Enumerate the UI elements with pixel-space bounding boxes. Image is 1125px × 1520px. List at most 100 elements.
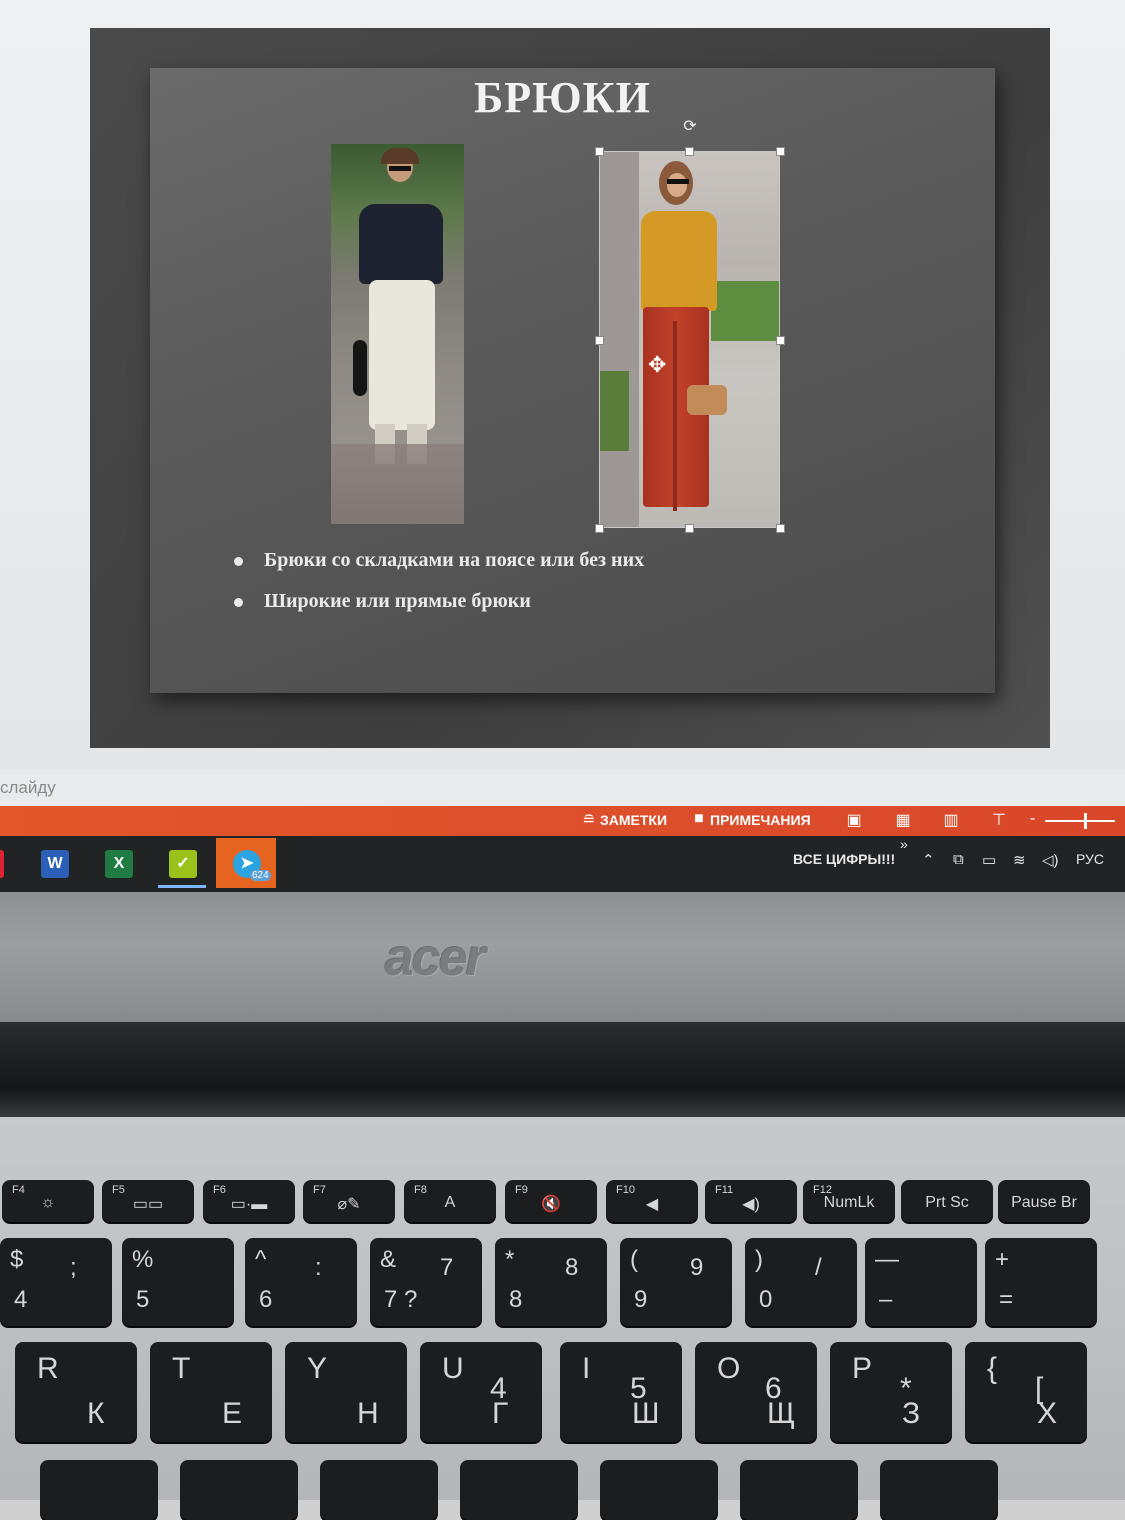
app-partial-icon xyxy=(0,850,4,878)
reading-view-icon[interactable]: ▥ xyxy=(940,810,962,830)
key-label: A xyxy=(444,1194,456,1211)
number-key[interactable]: ) / 0 xyxy=(745,1238,857,1326)
function-key[interactable]: F7 ⌀✎ xyxy=(303,1180,395,1222)
function-key[interactable]: F8 A xyxy=(404,1180,496,1222)
rotate-handle-icon[interactable]: ⟳ xyxy=(681,118,699,136)
key-label: T xyxy=(172,1352,191,1385)
letter-key[interactable]: TЕ xyxy=(150,1342,272,1442)
telegram-unread-badge: 624 xyxy=(250,870,271,881)
key-label: NumLk xyxy=(823,1194,875,1211)
taskbar-app-telegram[interactable]: ➤ 624 xyxy=(216,838,276,888)
slide-sorter-icon[interactable]: ▦ xyxy=(892,810,914,830)
key-label: 8 xyxy=(565,1254,579,1281)
key-label: ( xyxy=(630,1246,638,1273)
key-label: ▭·▬ xyxy=(230,1196,268,1213)
word-icon: W xyxy=(41,850,69,878)
letter-key-partial[interactable] xyxy=(320,1460,438,1520)
taskbar-app-excel[interactable]: X xyxy=(88,838,148,888)
meet-camera-icon[interactable]: ⧉ xyxy=(953,851,964,868)
function-key[interactable]: Prt Sc xyxy=(901,1180,993,1222)
number-key[interactable]: $; 4 xyxy=(0,1238,112,1326)
volume-icon[interactable]: ◁) xyxy=(1042,851,1059,869)
zoom-out-button[interactable]: - xyxy=(1030,810,1035,828)
taskbar-app-tasks[interactable]: ✓ xyxy=(152,838,212,888)
key-label: O xyxy=(717,1352,741,1385)
comments-button[interactable]: ПРИМЕЧАНИЯ xyxy=(710,812,811,828)
bullet-list[interactable]: Брюки со складками на поясе или без них … xyxy=(232,545,644,627)
function-key[interactable]: F12 NumLk xyxy=(803,1180,895,1222)
key-label: Н xyxy=(357,1397,379,1430)
letter-key-partial[interactable] xyxy=(40,1460,158,1520)
number-key[interactable]: + = xyxy=(985,1238,1097,1326)
tray-notice-text[interactable]: ВСЕ ЦИФРЫ!!! xyxy=(793,851,895,867)
function-key[interactable]: F10 ◀ xyxy=(606,1180,698,1222)
resize-handle-right[interactable] xyxy=(776,336,785,345)
notes-icon[interactable]: ≘ xyxy=(578,810,600,830)
language-indicator[interactable]: РУС xyxy=(1076,851,1104,867)
resize-handle-top-right[interactable] xyxy=(776,147,785,156)
zoom-slider-thumb[interactable] xyxy=(1084,813,1087,829)
function-key[interactable]: F9 🔇 xyxy=(505,1180,597,1222)
function-key[interactable]: F5 ▭▭ xyxy=(102,1180,194,1222)
number-key[interactable]: (9 9 xyxy=(620,1238,732,1326)
notes-placeholder[interactable]: слайду xyxy=(0,778,56,798)
move-cursor-icon: ✥ xyxy=(648,352,667,377)
zoom-slider[interactable] xyxy=(1045,820,1115,822)
taskbar-app-word[interactable]: W xyxy=(24,838,84,888)
bullet-item: Широкие или прямые брюки xyxy=(232,586,644,627)
key-label: К xyxy=(87,1397,105,1430)
letter-key[interactable]: I5Ш xyxy=(560,1342,682,1442)
letter-key-partial[interactable] xyxy=(180,1460,298,1520)
outfit-photo-white-trousers[interactable] xyxy=(331,144,464,524)
slideshow-icon[interactable]: ⊤ xyxy=(988,810,1010,830)
number-key[interactable]: & 7 7 ? xyxy=(370,1238,482,1326)
key-label: % xyxy=(132,1246,154,1273)
tray-overflow-chevron[interactable]: » xyxy=(900,836,908,852)
letter-key-partial[interactable] xyxy=(880,1460,998,1520)
slide-title[interactable]: БРЮКИ xyxy=(0,72,1125,123)
number-key[interactable]: — – xyxy=(865,1238,977,1326)
taskbar-app-partial[interactable] xyxy=(0,838,10,888)
key-label: : xyxy=(315,1254,322,1281)
status-bar: ≘ ЗАМЕТКИ ■ ПРИМЕЧАНИЯ ▣ ▦ ▥ ⊤ - xyxy=(0,806,1125,836)
number-key[interactable]: % 5 xyxy=(122,1238,234,1326)
letter-key[interactable]: {[Х xyxy=(965,1342,1087,1442)
wifi-icon[interactable]: ≋ xyxy=(1013,851,1026,869)
normal-view-icon[interactable]: ▣ xyxy=(843,810,865,830)
key-label: 7 ? xyxy=(384,1286,418,1313)
letter-key[interactable]: P * З xyxy=(830,1342,952,1442)
letter-key[interactable]: U4Г xyxy=(420,1342,542,1442)
key-label: 4 xyxy=(14,1286,28,1313)
resize-handle-top-left[interactable] xyxy=(595,147,604,156)
letter-key-partial[interactable] xyxy=(460,1460,578,1520)
letter-key-partial[interactable] xyxy=(740,1460,858,1520)
notes-button[interactable]: ЗАМЕТКИ xyxy=(600,812,667,828)
resize-handle-bottom[interactable] xyxy=(685,524,694,533)
key-label: Ш xyxy=(632,1397,660,1430)
resize-handle-top[interactable] xyxy=(685,147,694,156)
key-label: & xyxy=(380,1246,397,1273)
function-key[interactable]: Pause Br xyxy=(998,1180,1090,1222)
number-key[interactable]: * 8 8 xyxy=(495,1238,607,1326)
show-hidden-icons-icon[interactable]: ⌃ xyxy=(922,851,935,869)
taskbar: W X ✓ ➤ 624 ВСЕ ЦИФРЫ!!! » ⌃ ⧉ ▭ ≋ ◁) РУ… xyxy=(0,836,1125,892)
key-label: 7 xyxy=(440,1254,454,1281)
letter-key[interactable]: YН xyxy=(285,1342,407,1442)
number-key[interactable]: ^: 6 xyxy=(245,1238,357,1326)
letter-key-partial[interactable] xyxy=(600,1460,718,1520)
laptop-hinge xyxy=(0,1022,1125,1117)
comments-icon[interactable]: ■ xyxy=(688,810,710,830)
function-key[interactable]: F6 ▭·▬ xyxy=(203,1180,295,1222)
resize-handle-bottom-left[interactable] xyxy=(595,524,604,533)
letter-key[interactable]: O6Щ xyxy=(695,1342,817,1442)
letter-key[interactable]: RК xyxy=(15,1342,137,1442)
resize-handle-bottom-right[interactable] xyxy=(776,524,785,533)
battery-icon[interactable]: ▭ xyxy=(982,851,996,869)
key-label: 🔇 xyxy=(541,1196,561,1213)
key-label: — xyxy=(875,1246,899,1273)
function-key[interactable]: F11 ◀) xyxy=(705,1180,797,1222)
excel-icon: X xyxy=(105,850,133,878)
resize-handle-left[interactable] xyxy=(595,336,604,345)
key-label: ) xyxy=(755,1246,763,1273)
function-key[interactable]: F4 ☼ xyxy=(2,1180,94,1222)
